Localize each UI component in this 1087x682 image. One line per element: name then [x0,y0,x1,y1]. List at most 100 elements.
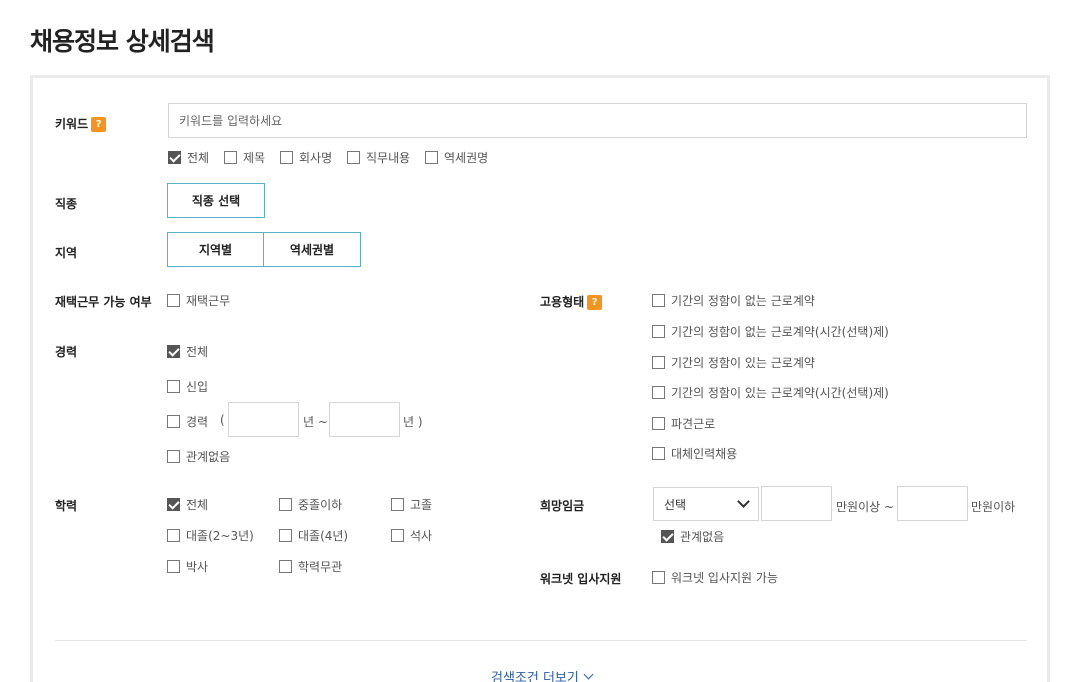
chevron-down-icon [737,495,750,508]
checkbox-label: 기간의 정함이 없는 근로계약 [671,294,815,308]
career-option-all[interactable]: 전체 [167,343,208,360]
checkbox-label: 전체 [186,498,209,512]
checkbox[interactable] [391,498,404,511]
keyword-option-duty[interactable]: 직무내용 [347,149,410,166]
employment-option-substitute[interactable]: 대체인력채용 [652,445,737,462]
education-option-university[interactable]: 대졸(4년) [279,527,348,544]
help-icon[interactable]: ? [587,295,603,310]
employment-option-fixed-parttime[interactable]: 기간의 정함이 있는 근로계약(시간(선택)제) [652,384,889,401]
checkbox-label: 관계없음 [186,450,231,464]
keyword-option-title[interactable]: 제목 [224,149,265,166]
keyword-option-station[interactable]: 역세권명 [425,149,488,166]
checkbox-label: 기간의 정함이 있는 근로계약 [671,356,815,370]
checkbox-label: 기간의 정함이 없는 근로계약(시간(선택)제) [671,325,889,339]
checkbox-checked[interactable] [167,345,180,358]
checkbox[interactable] [167,529,180,542]
employment-option-fixed[interactable]: 기간의 정함이 있는 근로계약 [652,354,815,371]
education-option-any[interactable]: 학력무관 [279,558,342,575]
worknet-option[interactable]: 워크넷 입사지원 가능 [652,569,778,586]
checkbox-checked[interactable] [661,530,674,543]
keyword-option-all[interactable]: 전체 [168,149,209,166]
keyword-option-company[interactable]: 회사명 [280,149,332,166]
education-option-college[interactable]: 대졸(2~3년) [167,527,254,544]
region-by-area-button[interactable]: 지역별 [167,232,264,267]
checkbox-label: 석사 [410,529,433,543]
checkbox[interactable] [279,498,292,511]
checkbox[interactable] [652,294,665,307]
region-by-station-button[interactable]: 역세권별 [263,232,361,267]
checkbox-label: 회사명 [299,151,333,165]
employment-option-permanent-parttime[interactable]: 기간의 정함이 없는 근로계약(시간(선택)제) [652,323,889,340]
employment-label-text: 고용형태 [540,295,585,309]
worknet-label: 워크넷 입사지원 [540,572,622,586]
checkbox[interactable] [279,529,292,542]
checkbox-label: 고졸 [410,498,433,512]
more-conditions-label: 검색조건 더보기 [491,671,579,682]
checkbox-label: 박사 [186,560,209,574]
checkbox[interactable] [167,450,180,463]
checkbox-label: 신입 [186,380,209,394]
job-type-select-button[interactable]: 직종 선택 [167,183,265,218]
checkbox[interactable] [652,386,665,399]
help-icon[interactable]: ? [91,117,107,132]
checkbox-checked[interactable] [167,498,180,511]
checkbox-label: 파견근로 [671,417,716,431]
checkbox-label: 관계없음 [680,530,725,544]
employment-option-dispatch[interactable]: 파견근로 [652,415,715,432]
more-conditions-link[interactable]: 검색조건 더보기 [491,667,594,682]
checkbox[interactable] [425,151,438,164]
salary-min-input[interactable] [761,486,832,521]
checkbox-label: 중졸이하 [298,498,343,512]
career-option-experienced[interactable]: 경력 [167,413,208,430]
checkbox[interactable] [167,380,180,393]
checkbox[interactable] [652,447,665,460]
education-option-middle[interactable]: 중졸이하 [279,496,342,513]
remote-option[interactable]: 재택근무 [167,292,230,309]
checkbox-label: 역세권명 [444,151,489,165]
checkbox[interactable] [224,151,237,164]
career-years-to-suffix: 년 ) [403,415,423,429]
salary-max-input[interactable] [897,486,968,521]
career-option-any[interactable]: 관계없음 [167,448,230,465]
career-option-newbie[interactable]: 신입 [167,378,208,395]
checkbox-label: 제목 [243,151,266,165]
education-option-master[interactable]: 석사 [391,527,432,544]
checkbox-label: 워크넷 입사지원 가능 [671,571,778,585]
checkbox[interactable] [279,560,292,573]
career-years-from-input[interactable] [228,402,299,437]
checkbox[interactable] [652,417,665,430]
region-label: 지역 [55,246,78,260]
keyword-label-text: 키워드 [55,117,89,131]
keyword-label: 키워드? [55,115,107,132]
checkbox-label: 직무내용 [366,151,411,165]
checkbox-label: 대체인력채용 [671,447,738,461]
checkbox[interactable] [167,294,180,307]
checkbox-checked[interactable] [168,151,181,164]
career-label: 경력 [55,345,78,359]
checkbox[interactable] [652,356,665,369]
divider [55,640,1027,641]
salary-option-any[interactable]: 관계없음 [661,528,724,545]
education-label: 학력 [55,499,78,513]
salary-max-suffix: 만원이하 [971,500,1016,514]
checkbox-label: 전체 [187,151,210,165]
employment-option-permanent[interactable]: 기간의 정함이 없는 근로계약 [652,292,815,309]
checkbox[interactable] [167,415,180,428]
salary-min-suffix: 만원이상 ~ [836,500,895,514]
salary-type-select[interactable]: 선택 [653,487,759,521]
checkbox[interactable] [167,560,180,573]
checkbox[interactable] [347,151,360,164]
education-option-high[interactable]: 고졸 [391,496,432,513]
checkbox[interactable] [652,571,665,584]
checkbox-label: 기간의 정함이 있는 근로계약(시간(선택)제) [671,386,889,400]
education-option-all[interactable]: 전체 [167,496,208,513]
keyword-input[interactable] [168,103,1027,138]
career-years-to-input[interactable] [329,402,400,437]
checkbox-label: 재택근무 [186,294,231,308]
salary-label: 희망임금 [540,499,585,513]
checkbox-label: 경력 [186,415,209,429]
checkbox[interactable] [652,325,665,338]
checkbox[interactable] [280,151,293,164]
education-option-doctor[interactable]: 박사 [167,558,208,575]
checkbox[interactable] [391,529,404,542]
